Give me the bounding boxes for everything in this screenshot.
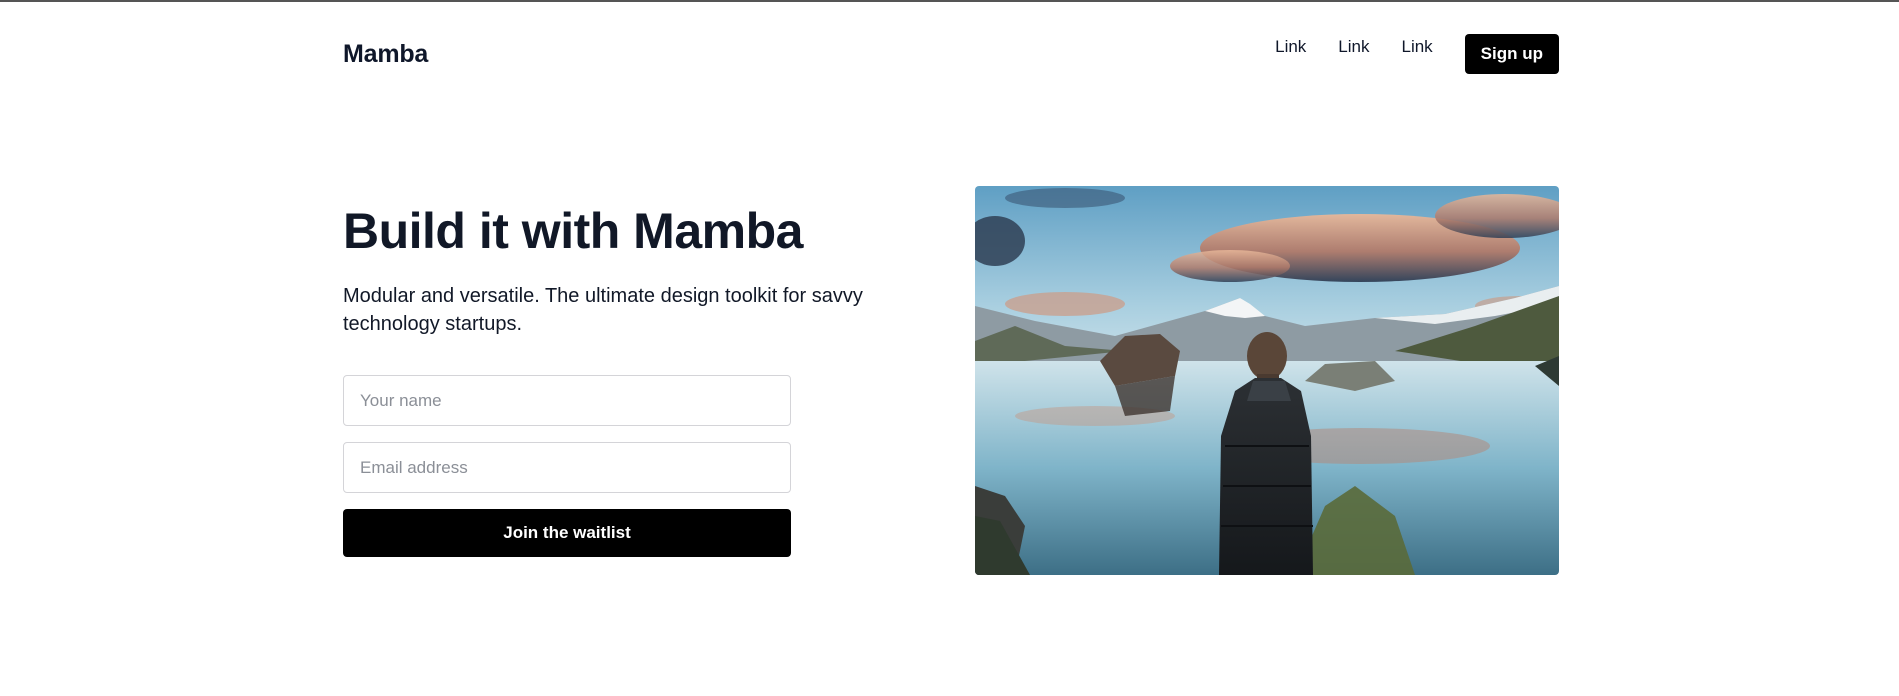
join-waitlist-button[interactable]: Join the waitlist	[343, 509, 791, 557]
nav-link-1[interactable]: Link	[1275, 37, 1306, 57]
name-input[interactable]	[343, 375, 791, 426]
waitlist-form: Join the waitlist	[343, 375, 791, 557]
nav-link-2[interactable]: Link	[1338, 37, 1369, 57]
email-input[interactable]	[343, 442, 791, 493]
nav-links: Link Link Link Sign up	[1275, 34, 1559, 74]
navbar: Mamba Link Link Link Sign up	[343, 34, 1559, 74]
hero-title: Build it with Mamba	[343, 203, 803, 259]
hero-subtitle: Modular and versatile. The ultimate desi…	[343, 285, 863, 335]
signup-button[interactable]: Sign up	[1464, 34, 1559, 74]
hero-text: Build it with Mamba Modular and versatil…	[343, 200, 943, 338]
nav-link-3[interactable]: Link	[1401, 37, 1432, 57]
top-border	[0, 0, 1899, 2]
landscape-photo	[975, 186, 1559, 575]
hero-image	[975, 186, 1559, 575]
logo[interactable]: Mamba	[343, 40, 428, 69]
